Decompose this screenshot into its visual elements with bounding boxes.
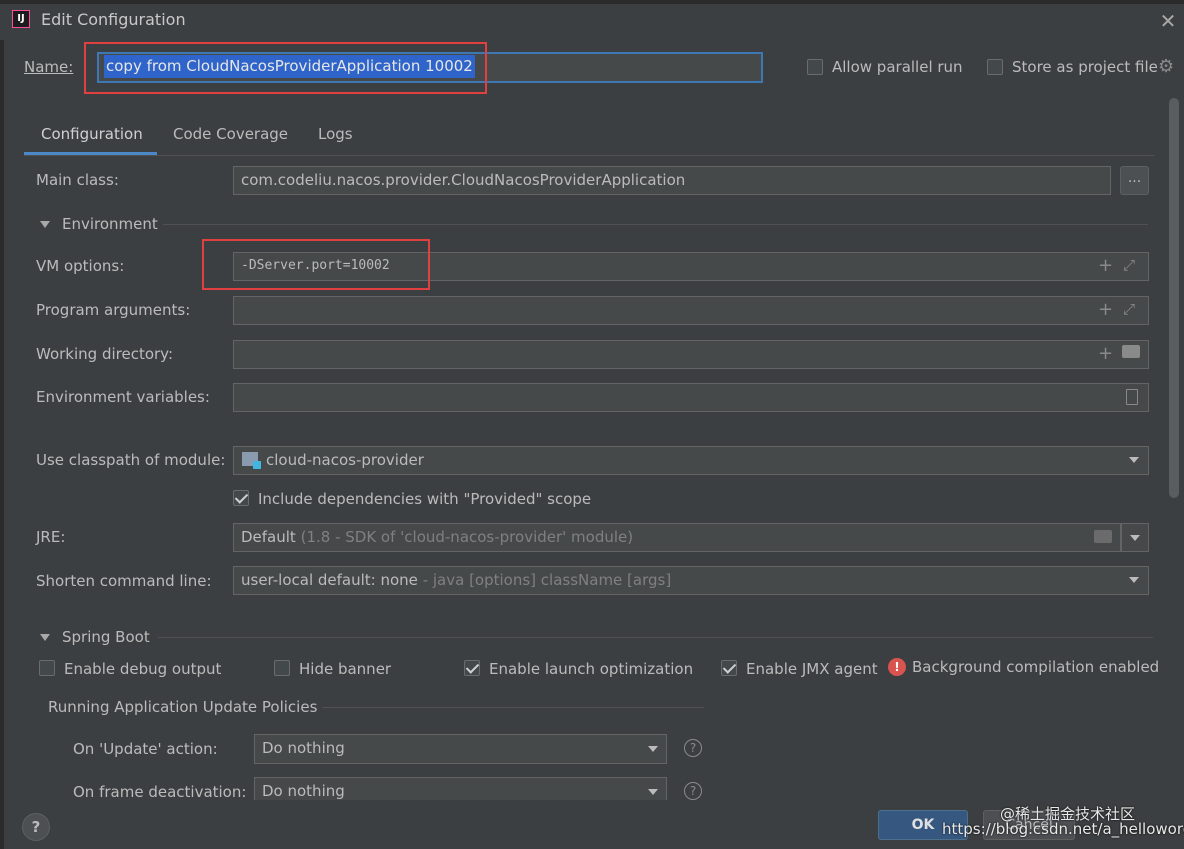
- update-action-select[interactable]: Do nothing: [254, 734, 667, 764]
- store-as-project-file-label: Store as project file: [1012, 58, 1158, 76]
- help-icon[interactable]: ?: [684, 782, 702, 800]
- program-arguments-label: Program arguments:: [36, 301, 191, 319]
- environment-variables-label: Environment variables:: [36, 388, 210, 406]
- spring-boot-section-label: Spring Boot: [62, 628, 150, 646]
- shorten-command-line-label: Shorten command line:: [36, 572, 212, 590]
- shorten-command-line-select[interactable]: user-local default: none - java [options…: [233, 566, 1149, 595]
- folder-icon[interactable]: [1122, 345, 1140, 358]
- vm-options-label: VM options:: [36, 257, 125, 275]
- store-as-project-file-checkbox[interactable]: [987, 59, 1003, 75]
- working-directory-add-icon[interactable]: +: [1098, 343, 1113, 364]
- include-provided-checkbox[interactable]: [233, 490, 249, 506]
- spring-boot-collapse-icon[interactable]: [40, 634, 50, 641]
- enable-jmx-agent-checkbox[interactable]: [721, 660, 737, 676]
- working-directory-label: Working directory:: [36, 345, 174, 363]
- environment-section-label: Environment: [62, 215, 158, 233]
- update-policies-label: Running Application Update Policies: [48, 698, 318, 716]
- program-arguments-add-icon[interactable]: +: [1098, 299, 1113, 320]
- vertical-scrollbar[interactable]: [1169, 98, 1179, 498]
- tab-divider: [24, 155, 1154, 156]
- jre-value: Default: [241, 528, 296, 546]
- help-icon[interactable]: ?: [684, 739, 702, 757]
- shorten-value: user-local default: none: [241, 571, 418, 589]
- browse-main-class-button[interactable]: ...: [1120, 166, 1149, 195]
- help-button[interactable]: ?: [22, 813, 50, 841]
- enable-jmx-agent-label: Enable JMX agent: [746, 660, 878, 678]
- environment-separator: [163, 224, 1148, 225]
- chevron-down-icon[interactable]: [1130, 535, 1140, 541]
- enable-debug-output-label: Enable debug output: [64, 660, 222, 678]
- gear-icon[interactable]: ⚙: [1158, 56, 1174, 77]
- enable-launch-optimization-checkbox[interactable]: [464, 660, 480, 676]
- environment-collapse-icon[interactable]: [40, 221, 50, 228]
- frame-deactivation-label: On frame deactivation:: [73, 783, 247, 801]
- window-title: Edit Configuration: [41, 10, 186, 29]
- vm-options-add-icon[interactable]: +: [1098, 255, 1113, 276]
- enable-debug-output-checkbox[interactable]: [39, 660, 55, 676]
- hide-banner-checkbox[interactable]: [274, 660, 290, 676]
- include-provided-label: Include dependencies with "Provided" sco…: [258, 490, 592, 508]
- background-compilation-message: Background compilation enabled: [912, 658, 1160, 676]
- allow-parallel-run-checkbox[interactable]: [807, 59, 823, 75]
- name-label: Name:: [24, 58, 73, 76]
- chevron-down-icon[interactable]: [1129, 577, 1139, 583]
- jre-select[interactable]: Default (1.8 - SDK of 'cloud-nacos-provi…: [233, 523, 1121, 552]
- classpath-module-label: Use classpath of module:: [36, 451, 226, 469]
- program-arguments-input[interactable]: [233, 296, 1149, 325]
- watermark-line-2: https://blog.csdn.net/a_helloword: [942, 820, 1184, 838]
- close-icon[interactable]: ✕: [1158, 9, 1178, 33]
- folder-icon[interactable]: [1094, 530, 1112, 543]
- allow-parallel-run-label: Allow parallel run: [832, 58, 963, 76]
- chevron-down-icon[interactable]: [648, 789, 658, 795]
- document-icon[interactable]: [1126, 389, 1138, 405]
- chevron-down-icon[interactable]: [648, 746, 658, 752]
- shorten-hint: - java [options] className [args]: [422, 571, 672, 589]
- environment-variables-input[interactable]: [233, 383, 1149, 412]
- chevron-down-icon[interactable]: [1129, 457, 1139, 463]
- name-label-text: Name:: [24, 58, 74, 76]
- module-badge-icon: [253, 461, 261, 469]
- spring-boot-separator: [158, 637, 1153, 638]
- tab-code-coverage[interactable]: Code Coverage: [173, 125, 288, 143]
- intellij-idea-icon: IJ: [12, 10, 30, 28]
- tab-logs[interactable]: Logs: [318, 125, 353, 143]
- highlight-vm-options-box: [202, 239, 430, 290]
- highlight-name-box: [84, 42, 487, 94]
- main-class-label: Main class:: [36, 171, 119, 189]
- enable-launch-optimization-label: Enable launch optimization: [489, 660, 694, 678]
- update-policies-separator: [322, 707, 704, 708]
- jre-label: JRE:: [36, 528, 66, 546]
- working-directory-input[interactable]: [233, 340, 1149, 369]
- jre-hint: (1.8 - SDK of 'cloud-nacos-provider' mod…: [300, 528, 634, 546]
- vm-options-expand-icon[interactable]: ⤢: [1123, 256, 1135, 274]
- left-edge: [0, 40, 4, 849]
- hide-banner-label: Hide banner: [299, 660, 392, 678]
- tab-configuration[interactable]: Configuration: [41, 125, 143, 143]
- main-class-input[interactable]: com.codeliu.nacos.provider.CloudNacosPro…: [233, 166, 1111, 195]
- error-icon: !: [888, 658, 906, 676]
- classpath-module-select[interactable]: cloud-nacos-provider: [233, 446, 1149, 475]
- update-action-label: On 'Update' action:: [73, 740, 218, 758]
- program-arguments-expand-icon[interactable]: ⤢: [1123, 300, 1135, 318]
